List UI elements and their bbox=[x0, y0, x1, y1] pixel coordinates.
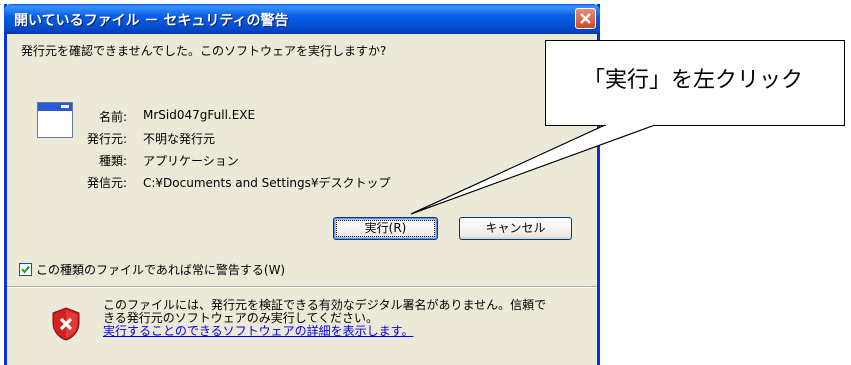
callout-pointer-cover bbox=[410, 124, 656, 215]
callout-text: 「実行」を左クリック bbox=[583, 68, 804, 93]
